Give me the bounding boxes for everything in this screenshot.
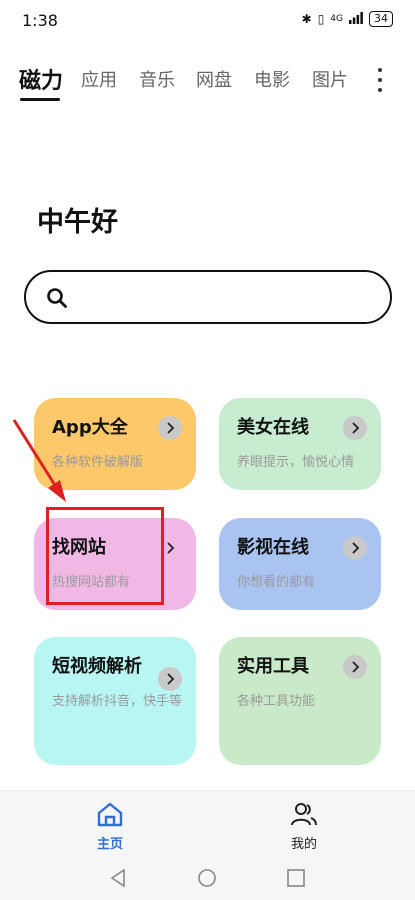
- card-short-video-parse[interactable]: 短视频解析 支持解析抖音，快手等: [34, 637, 196, 765]
- chevron-right-icon[interactable]: [343, 416, 367, 440]
- nav-home[interactable]: 主页: [80, 801, 140, 852]
- annotation-highlight-box: [46, 507, 164, 605]
- more-options-icon[interactable]: [375, 68, 385, 92]
- battery-indicator: 34: [369, 11, 393, 27]
- card-subtitle: 各种工具功能: [237, 694, 316, 709]
- home-icon: [97, 802, 123, 827]
- users-icon: [291, 803, 317, 826]
- card-film-tv-online[interactable]: 影视在线 你想看的都有: [219, 518, 381, 610]
- card-subtitle: 你想看的都有: [237, 575, 316, 590]
- card-app-collection[interactable]: App大全 各种软件破解版: [34, 398, 196, 490]
- search-icon[interactable]: [46, 287, 68, 313]
- back-icon[interactable]: [108, 868, 128, 888]
- active-tab-indicator: [20, 98, 60, 101]
- card-title: 实用工具: [237, 656, 309, 677]
- search-box[interactable]: [24, 270, 392, 324]
- home-circle-icon[interactable]: [197, 868, 217, 888]
- tab-pictures[interactable]: 图片: [312, 66, 348, 92]
- tab-cloud-drive[interactable]: 网盘: [196, 66, 232, 92]
- vibrate-icon: ▯: [317, 12, 325, 26]
- tab-movies[interactable]: 电影: [254, 66, 290, 92]
- search-input[interactable]: [82, 282, 372, 312]
- chevron-right-icon[interactable]: [158, 416, 182, 440]
- card-title: 影视在线: [237, 537, 309, 558]
- recents-icon[interactable]: [286, 868, 306, 888]
- card-subtitle: 各种软件破解版: [52, 455, 144, 470]
- card-subtitle: 支持解析抖音，快手等: [52, 694, 183, 709]
- bottom-nav: 主页 我的: [0, 790, 415, 856]
- tab-magnet[interactable]: 磁力: [19, 63, 63, 95]
- card-title: 短视频解析: [52, 656, 142, 677]
- tab-bar: 磁力 应用 音乐 网盘 电影 图片: [0, 60, 415, 104]
- network-label: 4G: [330, 13, 343, 24]
- nav-profile[interactable]: 我的: [274, 801, 334, 852]
- greeting-title: 中午好: [37, 207, 118, 238]
- system-nav-bar: [0, 856, 415, 900]
- status-icons: ✱ ▯ 4G 34: [302, 11, 393, 27]
- bluetooth-icon: ✱: [301, 12, 312, 26]
- nav-home-label: 主页: [96, 837, 123, 852]
- status-time: 1:38: [22, 11, 58, 30]
- card-beauty-online[interactable]: 美女在线 养眼提示，愉悦心情: [219, 398, 381, 490]
- card-title: 美女在线: [237, 417, 309, 438]
- card-utility-tools[interactable]: 实用工具 各种工具功能: [219, 637, 381, 765]
- signal-icon: [349, 11, 363, 27]
- card-title: App大全: [52, 417, 128, 438]
- nav-profile-label: 我的: [290, 837, 317, 852]
- status-bar: 1:38 ✱ ▯ 4G 34: [0, 0, 415, 40]
- tab-apps[interactable]: 应用: [81, 66, 117, 92]
- card-subtitle: 养眼提示，愉悦心情: [237, 455, 355, 470]
- chevron-right-icon[interactable]: [158, 667, 182, 691]
- tab-music[interactable]: 音乐: [139, 66, 175, 92]
- chevron-right-icon[interactable]: [343, 655, 367, 679]
- chevron-right-icon[interactable]: [343, 536, 367, 560]
